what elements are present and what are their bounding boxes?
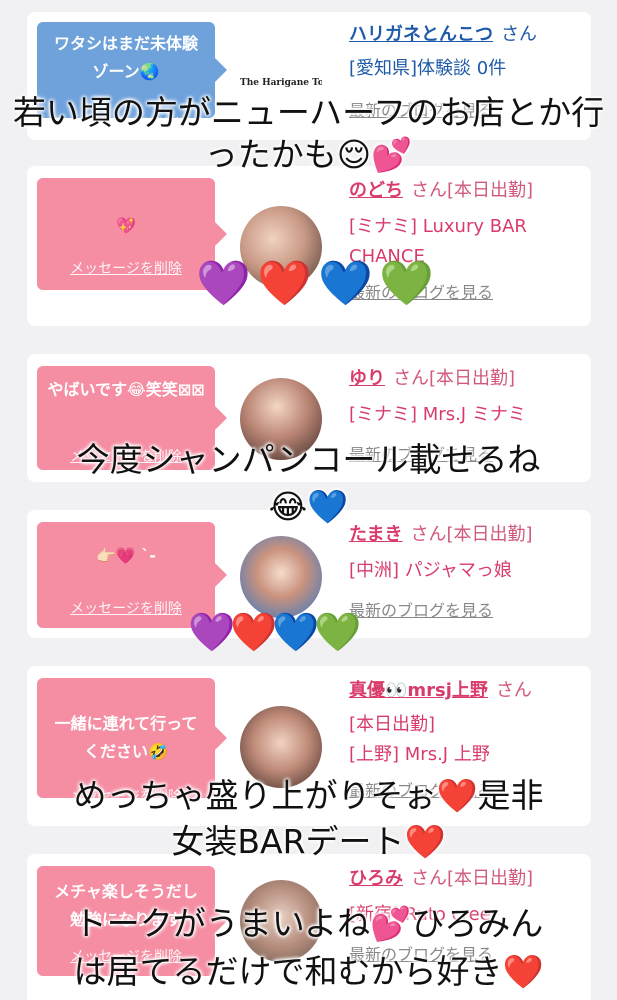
profile-detail: [本日出勤] (349, 714, 436, 735)
profile-name-link[interactable]: 真優👀mrsj上野 (349, 680, 488, 701)
caption-lower-line1: めっちゃ盛り上がりそぉ❤️是非 (73, 776, 544, 815)
honorific: さん (495, 680, 532, 701)
message-text: ワタシはまだ未体験ゾーン🌏 (53, 34, 198, 81)
latest-blog-link[interactable]: 最新のブログを見る (349, 596, 581, 626)
caption-top-line1: 若い頃の方がニューハーフのお店とか行 (12, 93, 605, 132)
profile-name-link[interactable]: ひろみ (349, 868, 403, 889)
profile-detail: [愛知県]体験談 0件 (349, 58, 507, 79)
avatar-logo-text: The Harigane Tonkotsu (240, 78, 322, 88)
profile-detail: [中洲] パジャマっ娘 (349, 560, 512, 581)
red-heart-icon: ❤️ (257, 258, 312, 309)
honorific: さん[本日出勤] (411, 180, 534, 201)
caption-bottom-line2: は居てるだけで和むから好き❤️ (73, 952, 544, 991)
honorific: さん[本日出勤] (393, 368, 516, 389)
profile-name-link[interactable]: たまき (349, 524, 402, 545)
message-text: 👉🏻💗 ˋ- (95, 546, 157, 565)
profile-detail-2: [上野] Mrs.J 上野 (349, 744, 490, 765)
avatar[interactable] (240, 536, 322, 618)
honorific: さん[本日出勤] (411, 868, 534, 889)
red-heart-icon: ❤️ (230, 610, 278, 654)
caption-bottom-line1: トークがうまいよね💕ひろみん (73, 904, 544, 943)
caption-mid: 今度シャンパンコール載せるね (76, 440, 541, 479)
profile-name-link[interactable]: ハリガネとんこつ (349, 24, 493, 45)
message-bubble: 💖 メッセージを削除 (37, 178, 227, 290)
profile-detail: [ミナミ] Luxury BAR (349, 216, 527, 237)
purple-heart-icon: 💜 (196, 258, 251, 309)
message-text: 一緒に連れて行ってください🤣 (54, 714, 198, 761)
green-heart-icon: 💚 (314, 610, 362, 654)
honorific: さん[本日出勤] (410, 524, 533, 545)
message-text: やばいです😂笑笑⊠⊠ (47, 380, 205, 399)
caption-top-line2: ったかも😌💕 (204, 135, 413, 174)
profile-info: たまき さん[本日出勤] [中洲] パジャマっ娘 最新のブログを見る (349, 520, 581, 626)
profile-name-link[interactable]: ゆり (349, 368, 385, 389)
caption-lower-line2: 女装BARデート❤️ (171, 822, 446, 861)
honorific: さん (501, 24, 537, 45)
profile-name-link[interactable]: のどち (349, 180, 403, 201)
profile-detail: [ミナミ] Mrs.J ミナミ (349, 404, 526, 425)
purple-heart-icon: 💜 (188, 610, 236, 654)
message-text: 💖 (116, 216, 136, 235)
blue-heart-icon: 💙 (272, 610, 320, 654)
caption-mid-emoji: 😂💙 (268, 487, 349, 526)
delete-message-link[interactable]: メッセージを削除 (37, 258, 215, 278)
green-heart-icon: 💚 (379, 258, 434, 309)
blue-heart-icon: 💙 (318, 258, 373, 309)
